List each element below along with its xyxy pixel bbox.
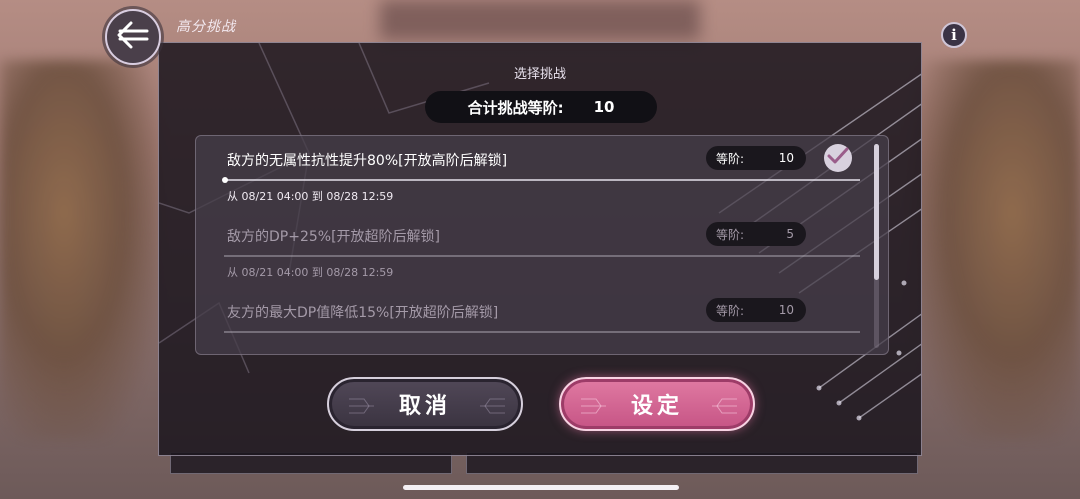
rank-value: 5 — [786, 227, 794, 241]
confirm-button-label: 设定 — [630, 394, 683, 419]
checkmark-icon — [827, 147, 849, 169]
background-scenery-right — [910, 60, 1080, 440]
background-scenery-top — [380, 0, 700, 40]
rank-value: 10 — [778, 303, 794, 317]
cancel-button[interactable]: 取消 — [327, 377, 523, 431]
challenge-item[interactable]: 敌方的无属性抗性提升80%[开放高阶后解锁] 等阶: 10 从 08/21 04… — [196, 136, 876, 214]
divider-dot — [222, 177, 228, 183]
divider — [224, 331, 860, 333]
back-button[interactable] — [105, 9, 161, 65]
rank-label: 等阶: — [716, 303, 745, 318]
rank-label: 等阶: — [716, 151, 745, 166]
divider — [224, 179, 860, 181]
divider — [224, 255, 860, 257]
home-indicator[interactable] — [403, 485, 679, 490]
challenge-item[interactable]: 友方的最大DP值降低15%[开放超阶后解锁] 等阶: 10 — [196, 288, 876, 354]
challenge-select-dialog: 选择挑战 合计挑战等阶: 10 敌方的无属性抗性提升80%[开放高阶后解锁] 等… — [158, 42, 922, 456]
rank-label: 等阶: — [716, 227, 745, 242]
confirm-button[interactable]: 设定 — [559, 377, 755, 431]
checkbox-selected[interactable] — [824, 144, 852, 172]
total-rank-value: 10 — [593, 98, 615, 116]
challenge-name: 友方的最大DP值降低15%[开放超阶后解锁] — [227, 305, 499, 321]
total-rank-display: 合计挑战等阶: 10 — [425, 91, 657, 123]
rank-badge: 等阶: 10 — [706, 146, 806, 170]
total-rank-label: 合计挑战等阶: — [467, 98, 564, 117]
back-arrow-icon — [115, 20, 151, 54]
challenge-item[interactable]: 敌方的DP+25%[开放超阶后解锁] 等阶: 5 从 08/21 04:00 到… — [196, 212, 876, 290]
challenge-period: 从 08/21 04:00 到 08/28 12:59 — [227, 190, 394, 203]
dialog-title: 选择挑战 — [513, 67, 566, 82]
scrollbar[interactable] — [874, 144, 879, 348]
page-title: 高分挑战 — [176, 19, 236, 35]
cancel-button-label: 取消 — [398, 394, 451, 419]
scrollbar-thumb[interactable] — [874, 144, 879, 280]
background-scenery-left — [0, 60, 160, 440]
challenge-period: 从 08/21 04:00 到 08/28 12:59 — [227, 266, 394, 279]
rank-badge: 等阶: 10 — [706, 298, 806, 322]
challenge-name: 敌方的DP+25%[开放超阶后解锁] — [227, 229, 440, 245]
rank-value: 10 — [778, 151, 794, 165]
info-icon[interactable]: i — [941, 22, 967, 48]
challenge-name: 敌方的无属性抗性提升80%[开放高阶后解锁] — [227, 153, 508, 169]
rank-badge: 等阶: 5 — [706, 222, 806, 246]
challenge-list[interactable]: 敌方的无属性抗性提升80%[开放高阶后解锁] 等阶: 10 从 08/21 04… — [195, 135, 889, 355]
